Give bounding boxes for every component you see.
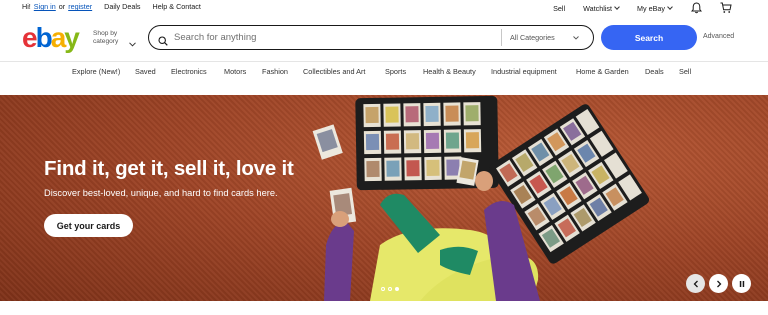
help-contact-link[interactable]: Help & Contact bbox=[153, 2, 201, 11]
nav-item-explore[interactable]: Explore (New!) bbox=[72, 67, 120, 76]
chevron-down-icon[interactable] bbox=[129, 34, 136, 52]
greeting: Hi! Sign in or register bbox=[22, 2, 92, 11]
ebay-logo[interactable]: ebay bbox=[22, 22, 80, 53]
chevron-down-icon bbox=[667, 4, 673, 10]
pause-icon bbox=[739, 280, 744, 287]
carousel-indicators bbox=[381, 287, 399, 291]
nav-item-saved[interactable]: Saved bbox=[135, 67, 156, 76]
my-ebay-label: My eBay bbox=[637, 3, 665, 13]
hero-title: Find it, get it, sell it, love it bbox=[44, 157, 294, 180]
register-link[interactable]: register bbox=[68, 2, 92, 11]
hero-banner[interactable]: Find it, get it, sell it, love it Discov… bbox=[0, 95, 768, 301]
search-bar: All Categories bbox=[148, 25, 594, 50]
carousel-previous-button[interactable] bbox=[686, 274, 705, 293]
carousel-pause-button[interactable] bbox=[732, 274, 751, 293]
category-select-value: All Categories bbox=[510, 33, 555, 42]
nav-item-electronics[interactable]: Electronics bbox=[171, 67, 207, 76]
chevron-down-icon bbox=[614, 4, 620, 10]
nav-item-home-garden[interactable]: Home & Garden bbox=[576, 67, 629, 76]
or-text: or bbox=[58, 2, 66, 11]
nav-item-sports[interactable]: Sports bbox=[385, 67, 406, 76]
my-ebay-menu[interactable]: My eBay bbox=[637, 3, 673, 13]
logo-letter: b bbox=[35, 22, 53, 53]
search-icon bbox=[158, 33, 168, 46]
sign-in-link[interactable]: Sign in bbox=[34, 2, 56, 11]
chevron-right-icon bbox=[716, 280, 721, 287]
logo-letter: y bbox=[64, 22, 80, 53]
carousel-dot-active[interactable] bbox=[395, 287, 399, 291]
cart-icon[interactable] bbox=[720, 2, 732, 14]
logo-letter: a bbox=[50, 22, 67, 53]
search-button[interactable]: Search bbox=[601, 25, 697, 50]
top-utility-bar: Hi! Sign in or register Daily Deals Help… bbox=[0, 0, 768, 14]
carousel-next-button[interactable] bbox=[709, 274, 728, 293]
trading-cards-illustration bbox=[312, 95, 650, 301]
nav-item-sell[interactable]: Sell bbox=[679, 67, 691, 76]
shop-by-category-button[interactable]: Shop by category bbox=[93, 30, 129, 46]
sell-label: Sell bbox=[553, 3, 566, 13]
daily-deals-link[interactable]: Daily Deals bbox=[104, 2, 140, 11]
nav-item-motors[interactable]: Motors bbox=[224, 67, 246, 76]
get-your-cards-button[interactable]: Get your cards bbox=[44, 214, 133, 237]
greeting-prefix: Hi! bbox=[22, 2, 31, 11]
hero-subtitle: Discover best-loved, unique, and hard to… bbox=[44, 188, 278, 198]
sell-link[interactable]: Sell bbox=[553, 4, 565, 13]
advanced-search-link[interactable]: Advanced bbox=[703, 33, 734, 40]
nav-item-fashion[interactable]: Fashion bbox=[262, 67, 288, 76]
nav-item-deals[interactable]: Deals bbox=[645, 67, 664, 76]
header-divider bbox=[0, 61, 768, 62]
watchlist-menu[interactable]: Watchlist bbox=[583, 3, 620, 13]
search-divider bbox=[501, 29, 502, 46]
nav-item-industrial[interactable]: Industrial equipment bbox=[491, 67, 557, 76]
nav-item-health-beauty[interactable]: Health & Beauty bbox=[423, 67, 476, 76]
watchlist-label: Watchlist bbox=[583, 3, 613, 13]
bell-icon[interactable] bbox=[690, 2, 702, 14]
chevron-left-icon bbox=[693, 280, 698, 287]
category-select[interactable]: All Categories bbox=[510, 33, 579, 42]
carousel-dot[interactable] bbox=[388, 287, 392, 291]
chevron-down-icon bbox=[572, 35, 579, 40]
search-input[interactable] bbox=[174, 32, 494, 43]
carousel-dot[interactable] bbox=[381, 287, 385, 291]
nav-item-collectibles[interactable]: Collectibles and Art bbox=[303, 67, 365, 76]
logo-letter: e bbox=[22, 22, 38, 53]
